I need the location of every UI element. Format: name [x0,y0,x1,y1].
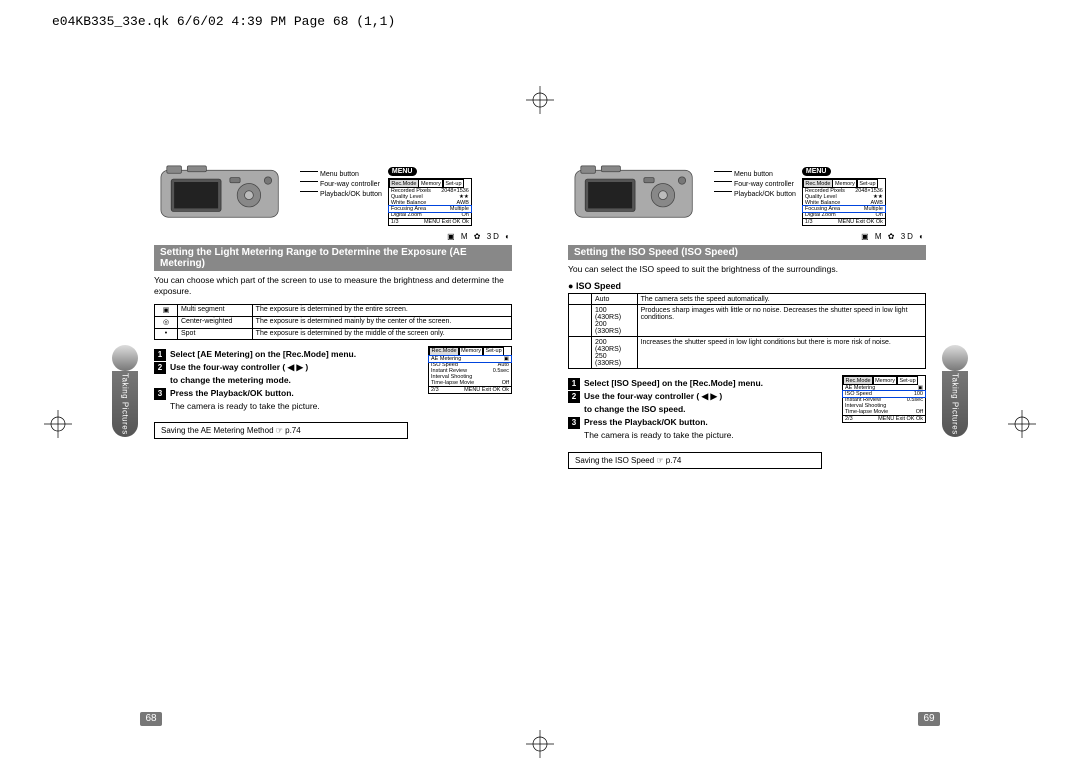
callout-playback: Playback/OK button [300,190,382,200]
ae-metering-table: ▣Multi segmentThe exposure is determined… [154,304,512,340]
camera-callouts: Menu button Four-way controller Playback… [300,170,382,199]
tab-label: Taking Pictures [951,373,960,435]
lcd-screen-2-right: Rec.ModeMemorySet-upAE Metering▣ISO Spee… [842,375,926,423]
camera-row-left: Menu button Four-way controller Playback… [154,160,512,226]
step-1-text: Select [AE Metering] on the [Rec.Mode] m… [170,349,356,359]
reg-mark-bottom [526,730,554,763]
lcd-panel-2-left: Rec.ModeMemorySet-upAE Metering▣ISO Spee… [428,346,512,394]
page-number-68: 68 [140,712,162,726]
thumb-tab-right: Taking Pictures [942,345,968,437]
lcd-screen-1-right: Rec.ModeMemorySet-upRecorded Pixels2048×… [802,178,886,226]
callout-fourway: Four-way controller [714,180,796,190]
menu-badge: MENU [388,167,417,176]
thumb-tab-left: Taking Pictures [112,345,138,437]
page-68: Taking Pictures [140,160,540,700]
step-2-text-b: to change the metering mode. [170,375,291,385]
tab-label: Taking Pictures [121,373,130,435]
section-title-left: Setting the Light Metering Range to Dete… [154,245,512,271]
mode-icons: ▣ M ✿ 3D ◐ [568,232,926,241]
menu-badge: MENU [802,167,831,176]
step-1-text: Select [ISO Speed] on the [Rec.Mode] men… [584,378,763,388]
mode-icons: ▣ M ✿ 3D ◐ [154,232,512,241]
lcd-panel-2-right: Rec.ModeMemorySet-upAE Metering▣ISO Spee… [842,375,926,423]
step-3-text: Press the Playback/OK button. [170,388,294,398]
step-2-text-b: to change the ISO speed. [584,404,686,414]
slug-line: e04KB335_33e.qk 6/6/02 4:39 PM Page 68 (… [52,14,395,29]
reg-mark-right [1008,410,1036,443]
intro-left: You can choose which part of the screen … [154,275,512,298]
callout-playback: Playback/OK button [714,190,796,200]
after-step-3: The camera is ready to take the picture. [584,429,926,442]
callout-menu: Menu button [300,170,382,180]
spread: Taking Pictures [140,160,940,700]
step-2-text-a: Use the four-way controller ( ◀ ▶ ) [170,362,308,372]
step-2-text-a: Use the four-way controller ( ◀ ▶ ) [584,391,722,401]
page-number-69: 69 [918,712,940,726]
iso-table: AutoThe camera sets the speed automatica… [568,293,926,369]
reg-mark-top [526,86,554,119]
cross-ref-left: Saving the AE Metering Method ☞ p.74 [154,422,408,439]
section-title-right: Setting the ISO Speed (ISO Speed) [568,245,926,260]
after-step-3: The camera is ready to take the picture. [170,400,512,413]
page-69: Taking Pictures [540,160,940,700]
callout-fourway: Four-way controller [300,180,382,190]
callout-menu: Menu button [714,170,796,180]
lcd-screen-2-left: Rec.ModeMemorySet-upAE Metering▣ISO Spee… [428,346,512,394]
camera-row-right: Menu button Four-way controller Playback… [568,160,926,226]
sheet: e04KB335_33e.qk 6/6/02 4:39 PM Page 68 (… [0,0,1080,764]
camera-illustration [154,160,294,226]
iso-subhead: ● ISO Speed [568,281,926,291]
camera-illustration [568,160,708,226]
lcd-screen-1: Rec.ModeMemorySet-upRecorded Pixels2048×… [388,178,472,226]
lcd-panel-1-right: MENU Rec.ModeMemorySet-upRecorded Pixels… [802,160,886,226]
cross-ref-right: Saving the ISO Speed ☞ p.74 [568,452,822,469]
lcd-panel-1: MENU Rec.ModeMemorySet-upRecorded Pixels… [388,160,472,226]
intro-right: You can select the ISO speed to suit the… [568,264,926,275]
step-3-text: Press the Playback/OK button. [584,417,708,427]
camera-callouts: Menu button Four-way controller Playback… [714,170,796,199]
reg-mark-left [44,410,72,443]
